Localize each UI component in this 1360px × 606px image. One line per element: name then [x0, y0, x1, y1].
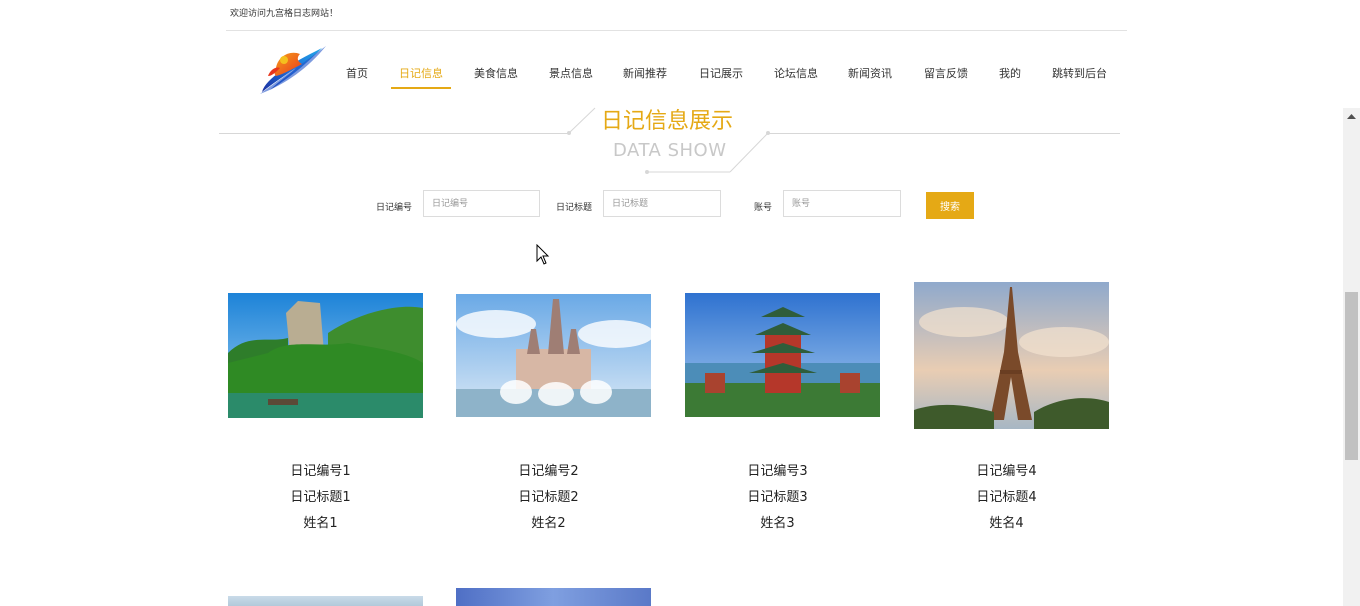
diary-card-partial[interactable] — [456, 588, 651, 606]
castle-photo[interactable] — [456, 294, 651, 417]
nav-item-admin[interactable]: 跳转到后台 — [1052, 62, 1107, 86]
card-photo-partial[interactable] — [228, 596, 423, 606]
nav-item-scenic-info[interactable]: 景点信息 — [549, 62, 593, 86]
card-title: 日记标题1 — [290, 490, 351, 505]
nav-item-news[interactable]: 新闻资讯 — [848, 62, 892, 86]
search-label-diary-title: 日记标题 — [556, 203, 593, 213]
card-code: 日记编号2 — [518, 464, 579, 479]
title-divider-left — [219, 133, 569, 134]
nav-item-mine[interactable]: 我的 — [999, 62, 1021, 86]
search-label-diary-code: 日记编号 — [376, 203, 413, 213]
card-code: 日记编号1 — [290, 464, 351, 479]
card-author: 姓名2 — [531, 516, 566, 531]
card-title: 日记标题4 — [976, 490, 1037, 505]
card-author: 姓名3 — [760, 516, 795, 531]
nav-item-news-recommend[interactable]: 新闻推荐 — [623, 62, 667, 86]
header-divider — [226, 30, 1127, 31]
card-author: 姓名1 — [303, 516, 338, 531]
title-divider-right — [768, 133, 1120, 134]
account-input[interactable] — [783, 190, 901, 217]
diary-card[interactable]: 日记编号1 日记标题1 姓名1 — [228, 293, 423, 533]
diary-title-input[interactable] — [603, 190, 721, 217]
mountain-river-photo[interactable] — [228, 293, 423, 418]
diary-card-partial[interactable] — [228, 596, 423, 606]
nav-item-food-info[interactable]: 美食信息 — [474, 62, 518, 86]
eiffel-tower-photo[interactable] — [914, 282, 1109, 429]
nav-active-indicator — [391, 87, 451, 89]
card-code: 日记编号4 — [976, 464, 1037, 479]
diary-code-input[interactable] — [423, 190, 540, 217]
card-title: 日记标题2 — [518, 490, 579, 505]
nav-item-feedback[interactable]: 留言反馈 — [924, 62, 968, 86]
search-label-account: 账号 — [754, 203, 773, 213]
search-button[interactable]: 搜索 — [926, 192, 974, 219]
diary-card[interactable]: 日记编号2 日记标题2 姓名2 — [456, 293, 651, 533]
scrollbar-thumb[interactable] — [1345, 292, 1358, 460]
nav-item-diary-info[interactable]: 日记信息 — [399, 62, 443, 86]
nav-item-diary-showcase[interactable]: 日记展示 — [699, 62, 743, 86]
section-subtitle: DATA SHOW — [613, 140, 727, 161]
scroll-up-arrow-icon[interactable] — [1343, 108, 1360, 125]
mouse-cursor-icon — [536, 244, 550, 265]
card-title: 日记标题3 — [747, 490, 808, 505]
nav-item-forum[interactable]: 论坛信息 — [774, 62, 818, 86]
nav-item-home[interactable]: 首页 — [346, 62, 368, 86]
pagoda-pavilion-photo[interactable] — [685, 293, 880, 417]
section-title: 日记信息展示 — [601, 109, 734, 134]
card-photo-partial[interactable] — [456, 588, 651, 606]
diary-card[interactable]: 日记编号4 日记标题4 姓名4 — [914, 282, 1109, 533]
card-code: 日记编号3 — [747, 464, 808, 479]
welcome-text: 欢迎访问九宫格日志网站！ — [230, 9, 339, 19]
diary-card[interactable]: 日记编号3 日记标题3 姓名3 — [685, 293, 880, 533]
site-logo[interactable] — [256, 42, 328, 98]
card-author: 姓名4 — [989, 516, 1024, 531]
